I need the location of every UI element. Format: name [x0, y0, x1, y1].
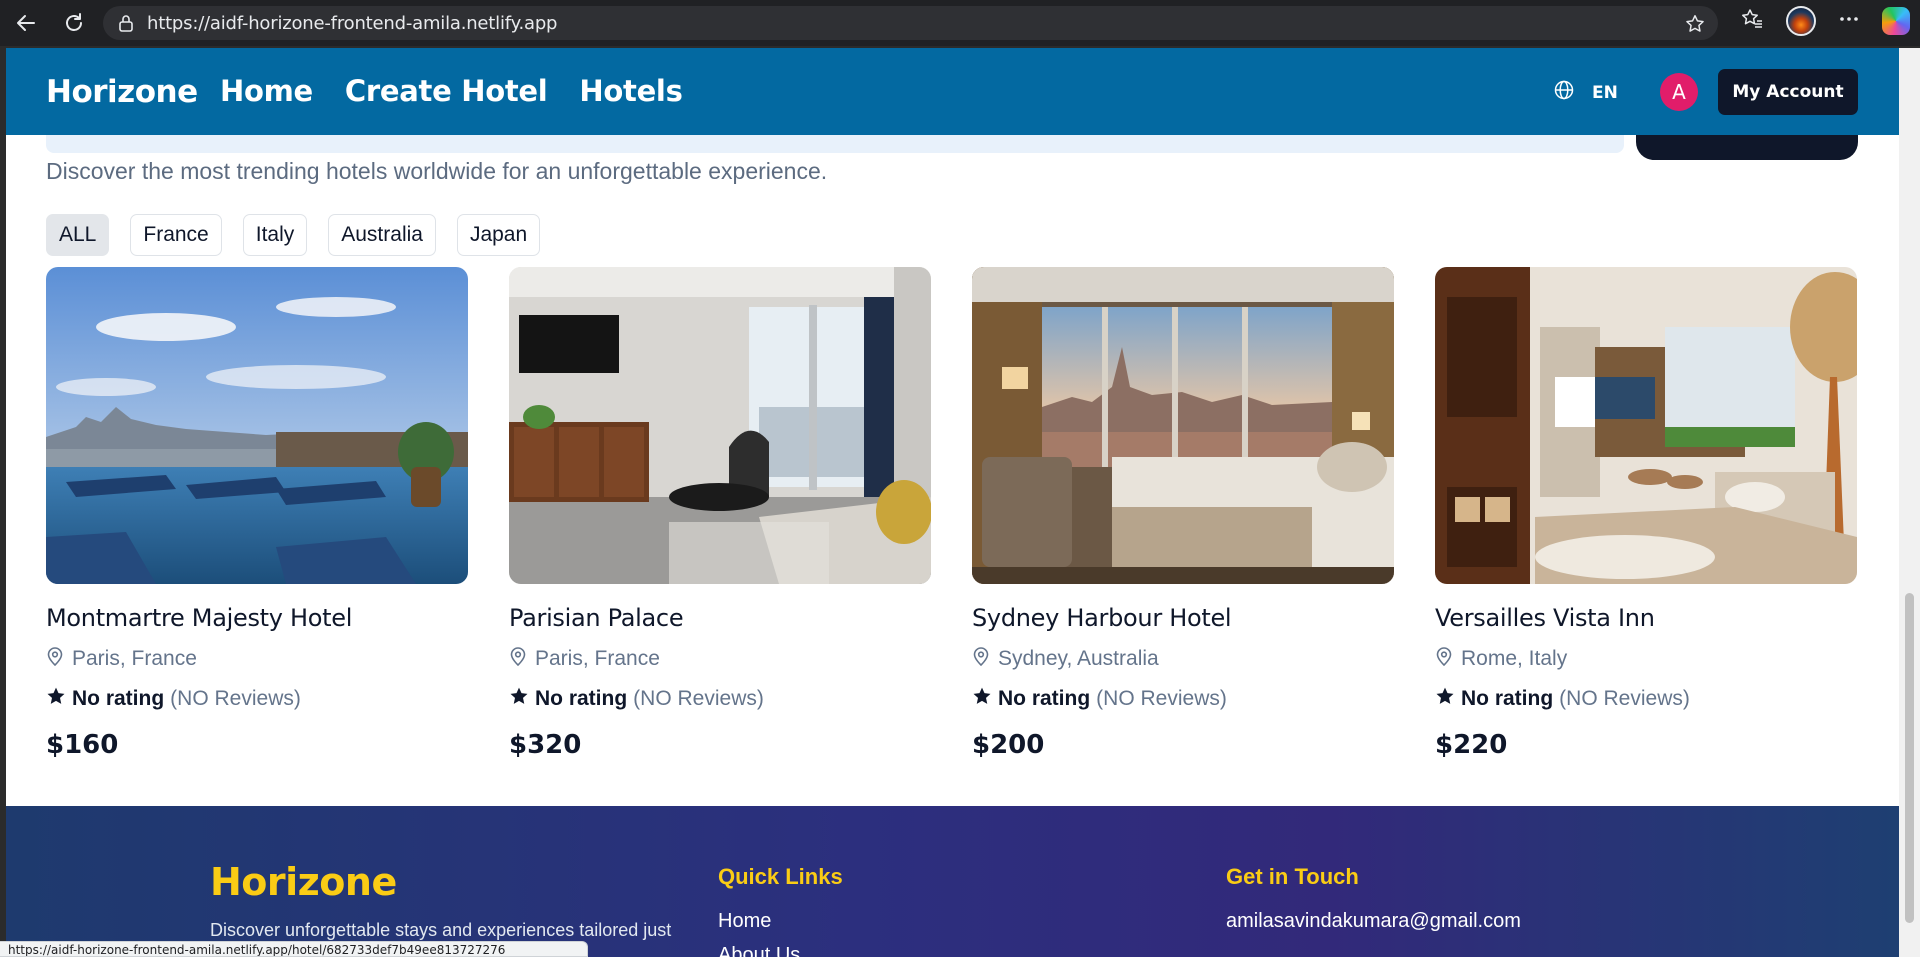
hotel-card[interactable]: Sydney Harbour Hotel Sydney, Australia N… [972, 267, 1394, 760]
hotel-rating: No rating (NO Reviews) [46, 686, 468, 712]
nav-links: Home Create Hotel Hotels [220, 74, 683, 108]
map-pin-icon [1435, 646, 1453, 672]
section-subtitle: Discover the most trending hotels worldw… [46, 158, 828, 184]
filter-australia[interactable]: Australia [328, 214, 436, 256]
contact-title: Get in Touch [1226, 864, 1359, 889]
suite-lounge-image[interactable] [1435, 267, 1857, 584]
hotel-rating: No rating (NO Reviews) [1435, 686, 1857, 712]
reload-icon[interactable] [62, 11, 86, 35]
more-options-icon[interactable] [1838, 8, 1860, 35]
user-avatar[interactable]: A [1660, 73, 1698, 111]
nav-link-home[interactable]: Home [220, 74, 313, 108]
language-selector[interactable]: EN [1554, 80, 1618, 105]
globe-icon [1554, 80, 1574, 105]
review-count: (NO Reviews) [170, 687, 301, 710]
filter-italy[interactable]: Italy [242, 214, 308, 256]
rating-label: No rating [998, 687, 1091, 710]
my-account-button[interactable]: My Account [1718, 69, 1858, 115]
hotel-card[interactable]: Montmartre Majesty Hotel Paris, France N… [46, 267, 468, 760]
location-text: Sydney, Australia [998, 647, 1159, 670]
page-viewport: Horizone Home Create Hotel Hotels EN A M… [6, 48, 1899, 957]
favorites-icon[interactable] [1740, 7, 1764, 36]
living-room-image[interactable] [509, 267, 931, 584]
filter-all[interactable]: ALL [46, 214, 110, 256]
map-pin-icon [972, 646, 990, 672]
review-count: (NO Reviews) [1096, 687, 1227, 710]
back-icon[interactable] [14, 11, 38, 35]
hotel-name[interactable]: Parisian Palace [509, 604, 931, 632]
hotel-location: Rome, Italy [1435, 646, 1857, 672]
hotel-card[interactable]: Versailles Vista Inn Rome, Italy No rati… [1435, 267, 1857, 760]
page-scrollbar[interactable] [1899, 48, 1920, 957]
browser-profile-avatar[interactable] [1786, 6, 1816, 36]
address-bar[interactable]: https://aidf-horizone-frontend-amila.net… [103, 6, 1718, 40]
hotel-name[interactable]: Versailles Vista Inn [1435, 604, 1857, 632]
hotel-location: Paris, France [46, 646, 468, 672]
location-text: Paris, France [535, 647, 660, 670]
hotel-rating: No rating (NO Reviews) [509, 686, 931, 712]
location-text: Rome, Italy [1461, 647, 1568, 670]
contact-email[interactable]: amilasavindakumara@gmail.com [1226, 910, 1521, 933]
hotel-location: Sydney, Australia [972, 646, 1394, 672]
footer-link-home[interactable]: Home [718, 910, 771, 933]
hotel-rating: No rating (NO Reviews) [972, 686, 1394, 712]
footer-description: Discover unforgettable stays and experie… [210, 920, 672, 940]
hotel-card[interactable]: Parisian Palace Paris, France No rating … [509, 267, 931, 760]
hotel-price: $220 [1435, 730, 1508, 760]
location-filters: ALL France Italy Australia Japan [46, 214, 541, 256]
filter-france[interactable]: France [130, 214, 222, 256]
url-text: https://aidf-horizone-frontend-amila.net… [147, 12, 558, 34]
site-footer: Horizone Discover unforgettable stays an… [6, 806, 1899, 957]
nav-link-hotels[interactable]: Hotels [579, 74, 682, 108]
quick-links-title: Quick Links [718, 864, 843, 889]
navbar-brand[interactable]: Horizone [46, 74, 198, 110]
copilot-icon[interactable] [1882, 7, 1910, 35]
hotel-name[interactable]: Montmartre Majesty Hotel [46, 604, 468, 632]
footer-link-about-us[interactable]: About Us [718, 944, 800, 957]
link-status-bar: https://aidf-horizone-frontend-amila.net… [0, 941, 588, 957]
hotel-name[interactable]: Sydney Harbour Hotel [972, 604, 1394, 632]
star-icon [972, 686, 992, 712]
review-count: (NO Reviews) [1559, 687, 1690, 710]
site-navbar: Horizone Home Create Hotel Hotels EN A M… [6, 48, 1899, 135]
review-count: (NO Reviews) [633, 687, 764, 710]
hotel-price: $160 [46, 730, 119, 760]
star-icon [1435, 686, 1455, 712]
hotel-price: $200 [972, 730, 1045, 760]
map-pin-icon [509, 646, 527, 672]
location-text: Paris, France [72, 647, 197, 670]
hotel-location: Paris, France [509, 646, 931, 672]
rooftop-pool-image[interactable] [46, 267, 468, 584]
search-input[interactable] [46, 135, 1624, 153]
city-view-bedroom-image[interactable] [972, 267, 1394, 584]
hotel-grid: Montmartre Majesty Hotel Paris, France N… [46, 267, 1858, 760]
footer-brand: Horizone [210, 860, 397, 904]
star-icon [46, 686, 66, 712]
language-label: EN [1592, 82, 1618, 103]
hotel-price: $320 [509, 730, 582, 760]
rating-label: No rating [1461, 687, 1554, 710]
rating-label: No rating [535, 687, 628, 710]
scrollbar-thumb[interactable] [1905, 593, 1914, 923]
filter-japan[interactable]: Japan [456, 214, 541, 256]
star-icon [509, 686, 529, 712]
lock-icon [117, 14, 135, 32]
rating-label: No rating [72, 687, 165, 710]
favorite-star-icon[interactable] [1684, 13, 1706, 40]
map-pin-icon [46, 646, 64, 672]
browser-toolbar: https://aidf-horizone-frontend-amila.net… [0, 0, 1920, 46]
nav-link-create-hotel[interactable]: Create Hotel [345, 74, 548, 108]
